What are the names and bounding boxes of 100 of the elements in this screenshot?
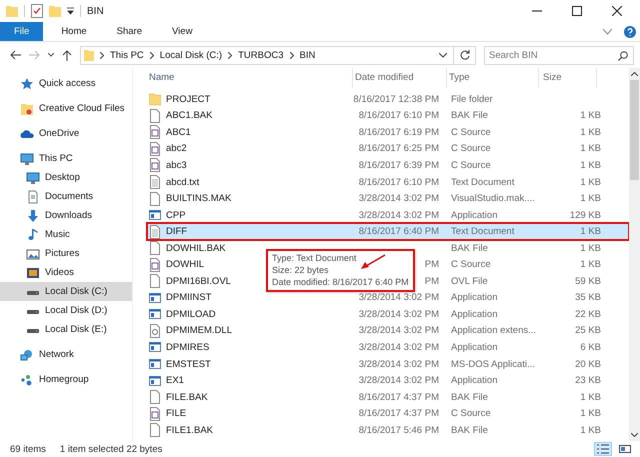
application-icon <box>149 340 161 354</box>
chevron-right-icon[interactable] <box>100 52 104 58</box>
breadcrumb[interactable]: BIN <box>300 50 316 60</box>
scroll-down-icon[interactable] <box>631 433 638 437</box>
file-name: DPMIMEM.DLL <box>166 325 232 336</box>
drive-icon <box>26 288 40 294</box>
nav-item[interactable]: Desktop <box>0 168 132 187</box>
maximize-icon[interactable] <box>572 6 582 16</box>
tiles-view-button[interactable] <box>616 442 634 456</box>
refresh-icon[interactable] <box>460 50 470 60</box>
nav-item[interactable]: Local Disk (D:) <box>0 301 132 320</box>
type-cell: Application <box>451 342 498 353</box>
type-cell: BAK File <box>451 242 488 254</box>
column-header[interactable]: Type <box>447 68 539 88</box>
column-header[interactable]: Size <box>539 68 597 88</box>
chevron-down-icon[interactable] <box>48 53 54 57</box>
document-icon <box>149 175 161 189</box>
type-cell: VisualStudio.mak.... <box>451 193 535 204</box>
size-cell: 1 KB <box>580 176 601 188</box>
document-icon <box>149 125 161 140</box>
file-name: DOWHIL <box>166 259 204 270</box>
nav-item[interactable]: Creative Cloud Files <box>0 99 132 118</box>
type-cell: BAK File <box>451 392 488 403</box>
date-cell: 8/16/2017 4:37 PM <box>358 408 439 420</box>
date-cell: 8/16/2017 6:25 PM <box>358 143 439 154</box>
breadcrumb[interactable]: This PC <box>110 50 144 60</box>
type-cell: Application extens... <box>451 325 536 336</box>
back-icon[interactable] <box>10 50 21 60</box>
size-cell: 1 KB <box>580 259 601 270</box>
nav-item[interactable]: Quick access <box>0 74 132 93</box>
date-cell: 8/16/2017 6:10 PM <box>358 176 439 188</box>
nav-item[interactable]: Homegroup <box>0 370 132 389</box>
tooltip-line: Type: Text Document <box>272 252 356 264</box>
document-icon <box>149 406 161 421</box>
up-icon[interactable] <box>62 50 72 60</box>
date-cell: 8/16/2017 6:10 PM <box>358 110 439 122</box>
document-icon <box>149 192 161 206</box>
nav-item[interactable]: Music <box>0 225 132 244</box>
scrollbar-thumb[interactable] <box>630 80 639 180</box>
picture-icon <box>26 246 40 260</box>
file-name: EMSTEST <box>166 358 211 370</box>
type-cell: Application <box>451 210 498 221</box>
nav-item[interactable]: Videos <box>0 263 132 282</box>
file-name: DPMI16BI.OVL <box>166 276 231 287</box>
ribbon-tab[interactable]: View <box>160 22 204 41</box>
nav-item[interactable]: This PC <box>0 149 132 168</box>
file-name: FILE.BAK <box>166 392 208 403</box>
selected-file-row[interactable]: DIFF 8/16/2017 6:40 PM Text Document 1 KB <box>147 223 629 240</box>
nav-item[interactable]: Local Disk (C:) <box>0 282 132 301</box>
chevron-right-icon[interactable] <box>290 52 294 58</box>
close-icon[interactable] <box>612 6 622 16</box>
help-icon[interactable] <box>624 26 636 38</box>
chevron-right-icon[interactable] <box>150 52 154 58</box>
file-name: abc3 <box>166 160 187 171</box>
scroll-up-icon[interactable] <box>631 72 638 76</box>
chevron-right-icon[interactable] <box>228 52 232 58</box>
search-field[interactable]: Search BIN <box>484 46 634 64</box>
scrollbar[interactable] <box>629 68 640 441</box>
document-icon <box>149 224 161 239</box>
nav-item[interactable]: Documents <box>0 187 132 206</box>
checklist-icon[interactable] <box>31 4 43 18</box>
monitor-icon <box>26 170 40 184</box>
date-cell: 8/16/2017 12:38 PM <box>353 94 439 105</box>
nav-item[interactable]: Network <box>0 345 132 364</box>
file-name: PROJECT <box>166 94 210 105</box>
address-bar[interactable]: This PC Local Disk (C:) TURBOC3 BIN <box>80 46 476 64</box>
size-cell: 6 KB <box>580 342 601 353</box>
document-icon <box>149 258 161 272</box>
date-cell: 8/16/2017 4:37 PM <box>358 392 439 403</box>
nav-item[interactable]: Pictures <box>0 244 132 263</box>
ribbon-tab[interactable]: Home <box>49 22 99 41</box>
file-name: BUILTINS.MAK <box>166 193 232 204</box>
file-name: DIFF <box>166 226 188 238</box>
nav-item[interactable]: OneDrive <box>0 124 132 143</box>
size-cell: 23 KB <box>575 375 601 386</box>
size-cell: 1 KB <box>580 408 601 420</box>
details-view-button[interactable] <box>594 442 612 456</box>
window-title: BIN <box>87 6 104 16</box>
nav-item[interactable]: Local Disk (E:) <box>0 320 132 339</box>
nav-item[interactable]: Downloads <box>0 206 132 225</box>
file-name: abc2 <box>166 143 187 154</box>
file-name: ABC1.BAK <box>166 110 212 122</box>
type-cell: Application <box>451 308 498 320</box>
date-cell: 8/16/2017 6:40 PM <box>358 226 439 238</box>
type-cell: C Source <box>451 143 491 154</box>
date-cell: PM <box>424 276 439 287</box>
size-cell: 1 KB <box>580 242 601 254</box>
breadcrumb[interactable]: TURBOC3 <box>238 50 284 60</box>
chevron-down-icon[interactable] <box>439 52 447 58</box>
star-icon <box>20 76 34 90</box>
dropdown-icon[interactable] <box>67 7 74 15</box>
column-header[interactable]: Name <box>147 68 353 88</box>
breadcrumb[interactable]: Local Disk (C:) <box>160 50 222 60</box>
file-name: DPMILOAD <box>166 308 216 320</box>
folder-icon <box>20 102 34 116</box>
size-cell: 1 KB <box>580 392 601 403</box>
size-cell: 129 KB <box>570 210 601 221</box>
ribbon-tab[interactable]: File <box>0 22 44 41</box>
column-header[interactable]: Date modified <box>353 68 447 88</box>
ribbon-tab[interactable]: Share <box>104 22 154 41</box>
